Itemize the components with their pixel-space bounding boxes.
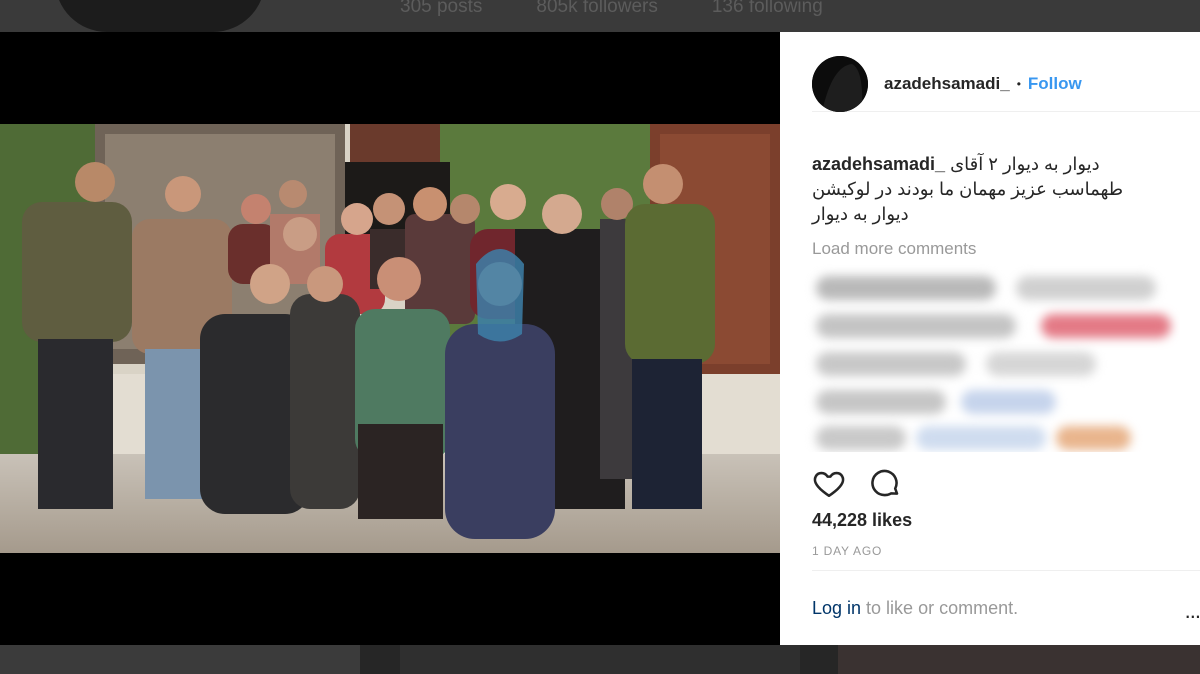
post-sidebar: azadehsamadi_ • Follow azadehsamadi_ دیو… <box>780 32 1200 645</box>
caption-line-3: دیوار به دیوار <box>812 204 909 224</box>
caption-line-1: azadehsamadi_ دیوار به دیوار ۲ آقای <box>812 152 1180 177</box>
heart-icon[interactable] <box>812 466 846 500</box>
comment-bubble-icon[interactable] <box>868 466 902 500</box>
blurred-comments <box>786 262 1180 452</box>
load-more-comments[interactable]: Load more comments <box>812 239 976 259</box>
caption-text: دیوار به دیوار ۲ آقای <box>950 154 1100 174</box>
profile-header-dimmed: 305 posts 805k followers 136 following <box>0 0 1200 32</box>
post-modal: azadehsamadi_ • Follow azadehsamadi_ دیو… <box>0 32 1200 645</box>
profile-avatar-dimmed <box>55 0 265 32</box>
profile-grid-dimmed <box>0 645 1200 674</box>
likes-count[interactable]: 44,228 likes <box>812 510 912 531</box>
caption-line-2: طهماسب عزیز مهمان ما بودند در لوکیشن <box>812 179 1124 199</box>
post-date[interactable]: 1 DAY AGO <box>812 544 882 558</box>
grid-thumbnail <box>400 645 800 674</box>
following-count: 136 following <box>711 0 823 17</box>
follow-button[interactable]: Follow <box>1028 74 1082 94</box>
divider <box>812 570 1200 571</box>
caption-username[interactable]: azadehsamadi_ <box>812 154 945 174</box>
user-avatar[interactable] <box>812 55 868 112</box>
post-media <box>0 32 780 645</box>
caption-comment: azadehsamadi_ دیوار به دیوار ۲ آقای طهما… <box>812 152 1180 227</box>
grid-thumbnail <box>838 645 1200 674</box>
profile-stats: 305 posts 805k followers 136 following <box>400 0 823 17</box>
post-photo <box>0 124 780 553</box>
followers-count: 805k followers <box>536 0 658 17</box>
post-username[interactable]: azadehsamadi_ <box>884 74 1010 94</box>
post-header: azadehsamadi_ • Follow <box>812 55 1200 112</box>
separator-dot: • <box>1016 76 1021 91</box>
login-prompt: Log in to like or comment. <box>812 598 1018 619</box>
posts-count: 305 posts <box>400 0 483 17</box>
grid-thumbnail <box>0 645 360 674</box>
login-link[interactable]: Log in <box>812 598 861 618</box>
more-options-icon[interactable]: ... <box>1185 598 1200 624</box>
action-bar <box>812 466 902 500</box>
login-text: to like or comment. <box>861 598 1019 618</box>
